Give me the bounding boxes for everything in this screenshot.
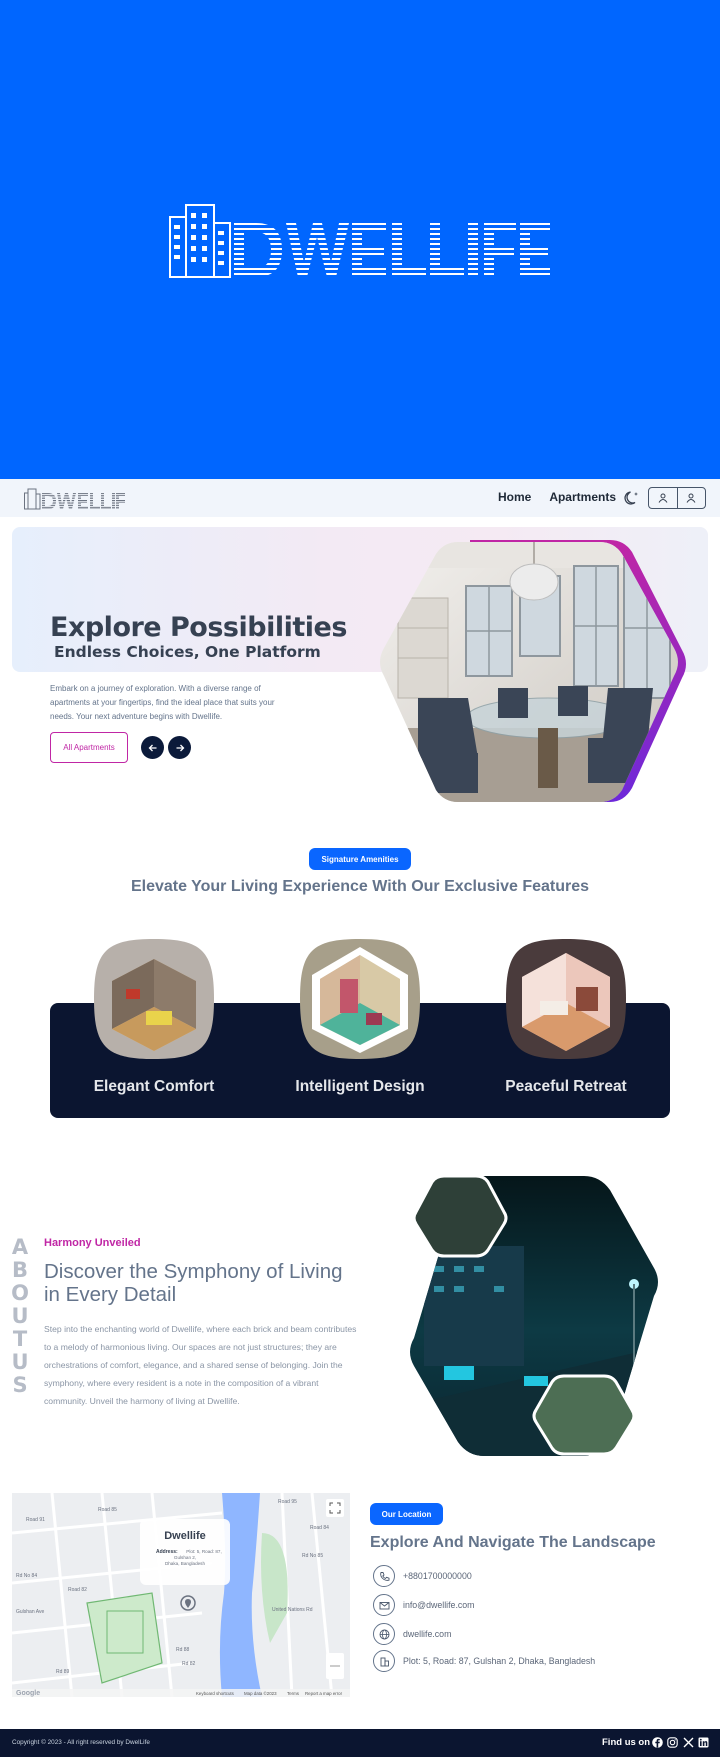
moon-icon[interactable] — [624, 490, 640, 506]
hero-subtitle: Endless Choices, One Platform — [54, 643, 321, 661]
user-button-group — [648, 487, 706, 509]
dwellife-logo — [169, 204, 550, 278]
copyright-text: Copyright © 2023 - All right reserved by… — [12, 1739, 150, 1746]
nav-apartments-link[interactable]: Apartments — [549, 490, 616, 504]
contact-address-text: Plot: 5, Road: 87, Gulshan 2, Dhaka, Ban… — [403, 1656, 596, 1666]
map-road-label: Rd 82 — [182, 1661, 196, 1667]
mail-icon — [373, 1594, 395, 1616]
map-road-label: Rd 88 — [176, 1647, 190, 1653]
register-button[interactable] — [676, 488, 706, 508]
about-kicker: Harmony Unveiled — [44, 1237, 141, 1249]
signature-amenities-badge: Signature Amenities — [309, 848, 411, 870]
hero-description: Embark on a journey of exploration. With… — [50, 684, 275, 721]
about-letter: U — [11, 1304, 29, 1328]
about-letter: A — [11, 1235, 29, 1259]
map-footer-link[interactable]: Report a map error — [305, 1691, 343, 1696]
intelligent-design-image — [300, 939, 420, 1059]
linkedin-icon[interactable] — [698, 1737, 709, 1748]
contact-website[interactable]: dwellife.com — [373, 1623, 451, 1645]
arrow-right-icon — [176, 744, 184, 751]
contact-address: Plot: 5, Road: 87, Gulshan 2, Dhaka, Ban… — [373, 1650, 595, 1672]
about-text: Step into the enchanting world of Dwelli… — [44, 1324, 357, 1406]
nav-logo[interactable] — [24, 488, 128, 510]
hero-splash — [0, 0, 720, 479]
fullscreen-icon[interactable] — [326, 1499, 344, 1517]
location-heading: Explore And Navigate The Landscape — [370, 1534, 656, 1551]
about-title: Discover the Symphony of Living in Every… — [44, 1260, 343, 1306]
user-icon — [658, 493, 668, 503]
instagram-icon[interactable] — [667, 1737, 678, 1748]
amenity-label: Elegant Comfort — [93, 1078, 215, 1095]
login-button[interactable] — [649, 488, 677, 508]
navbar: Home Apartments — [0, 479, 720, 517]
find-us-label: Find us on — [602, 1737, 651, 1748]
globe-icon — [373, 1623, 395, 1645]
elegant-comfort-image — [94, 939, 214, 1059]
phone-icon — [373, 1565, 395, 1587]
our-location-badge: Our Location — [370, 1503, 443, 1525]
hero-dining-room-image — [380, 540, 686, 802]
user-icon — [686, 493, 696, 503]
about-night-street-image — [410, 1176, 658, 1456]
map-road-label: Road 95 — [278, 1499, 297, 1505]
zoom-control[interactable] — [326, 1653, 344, 1679]
map-road-label: United Nations Rd — [272, 1607, 313, 1613]
map-canvas[interactable]: Road 91 Road 85 Rd No 84 Road 82 Rd 82 R… — [12, 1493, 350, 1697]
map-road-label: Rd No 85 — [302, 1553, 323, 1559]
map-road-label: Rd 89 — [56, 1669, 70, 1675]
about-letter: S — [12, 1373, 28, 1397]
map-footer-text: Map data ©2023 — [244, 1691, 277, 1696]
contact-phone-text: +8801700000000 — [403, 1571, 472, 1581]
amenities-heading: Elevate Your Living Experience With Our … — [130, 878, 590, 895]
footer: Copyright © 2023 - All right reserved by… — [0, 1729, 720, 1757]
about-letter: U — [11, 1350, 29, 1374]
contact-email[interactable]: info@dwellife.com — [373, 1594, 475, 1616]
map-footer-link[interactable]: Terms — [287, 1691, 300, 1696]
about-letter: T — [12, 1327, 28, 1351]
location-map[interactable]: Road 91 Road 85 Rd No 84 Road 82 Rd 82 R… — [12, 1493, 350, 1697]
contact-website-text: dwellife.com — [403, 1629, 452, 1639]
about-letter: O — [11, 1281, 29, 1305]
amenity-label: Intelligent Design — [295, 1078, 425, 1095]
about-letter: B — [11, 1258, 28, 1282]
amenity-label: Peaceful Retreat — [505, 1078, 627, 1095]
map-road-label: Road 84 — [310, 1525, 329, 1531]
peaceful-retreat-image — [506, 939, 626, 1059]
arrow-left-icon — [148, 744, 156, 751]
facebook-icon[interactable] — [652, 1737, 663, 1748]
map-road-label: Rd No 84 — [16, 1573, 37, 1579]
map-footer-link[interactable]: Keyboard shortcuts — [196, 1691, 235, 1696]
map-road-label: Gulshan Ave — [16, 1609, 44, 1615]
building-icon — [373, 1650, 395, 1672]
about-us-vertical-text: A B O U T U S — [10, 1236, 30, 1397]
next-slide-button[interactable] — [168, 736, 191, 759]
contact-phone[interactable]: +8801700000000 — [373, 1565, 472, 1587]
map-card-title: Dwellife — [164, 1530, 206, 1542]
nav-home-link[interactable]: Home — [498, 490, 531, 504]
map-road-label: Road 82 — [68, 1587, 87, 1593]
prev-slide-button[interactable] — [141, 736, 164, 759]
contact-email-text: info@dwellife.com — [403, 1600, 475, 1610]
google-logo[interactable]: Google — [16, 1690, 40, 1697]
hero-title: Explore Possibilities — [50, 612, 347, 643]
map-road-label: Road 85 — [98, 1507, 117, 1513]
all-apartments-button[interactable]: All Apartments — [50, 732, 128, 763]
x-icon[interactable] — [683, 1737, 694, 1748]
map-road-label: Road 91 — [26, 1517, 45, 1523]
